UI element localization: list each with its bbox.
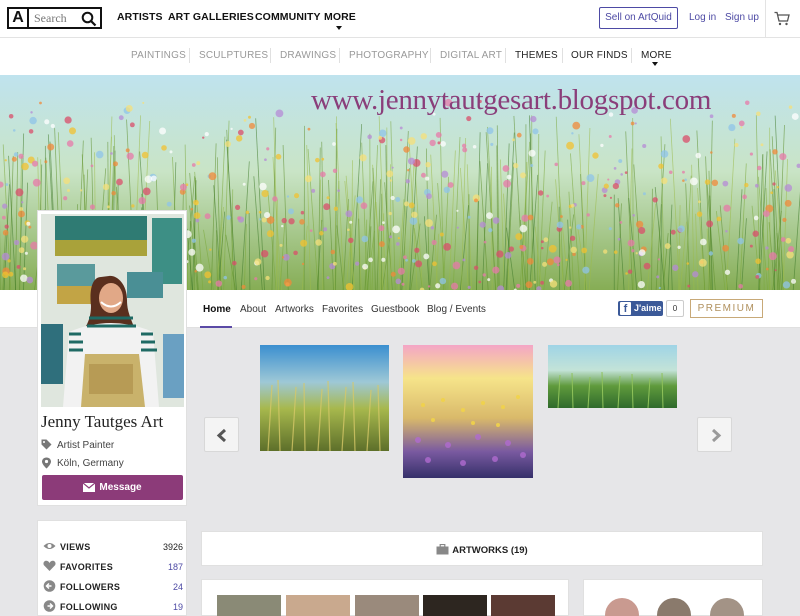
category-more[interactable]: MORE <box>641 50 672 61</box>
nav-artists[interactable]: ARTISTS <box>117 11 163 23</box>
carousel-artwork-3[interactable] <box>548 345 677 408</box>
chevron-down-icon <box>336 26 342 30</box>
carousel-artwork-1[interactable] <box>260 345 389 451</box>
divider <box>270 48 271 63</box>
facebook-icon: f <box>620 302 631 315</box>
arrow-left-icon <box>43 580 56 592</box>
chevron-left-icon <box>216 428 227 443</box>
stat-value: 24 <box>172 582 183 592</box>
tag-icon <box>41 439 52 450</box>
occupation-text: Artist Painter <box>57 440 115 451</box>
login-link[interactable]: Log in <box>689 12 716 23</box>
divider <box>430 48 431 63</box>
stat-following[interactable]: FOLLOWING 19 <box>43 600 183 614</box>
profile-photo[interactable] <box>41 214 184 407</box>
tab-about[interactable]: About <box>240 304 266 315</box>
search-icon[interactable] <box>81 11 97 27</box>
category-themes[interactable]: THEMES <box>515 50 558 61</box>
category-drawings[interactable]: DRAWINGS <box>280 50 336 61</box>
search-input[interactable]: Search <box>28 7 102 29</box>
artworks-heading: ARTWORKS (19) <box>202 543 762 556</box>
profile-card: Jenny Tautges Art Artist Painter Köln, G… <box>37 210 187 506</box>
category-sculptures[interactable]: SCULPTURES <box>199 50 268 61</box>
stat-label: VIEWS <box>60 542 91 552</box>
map-pin-icon <box>42 457 51 469</box>
nav-community[interactable]: COMMUNITY <box>255 11 321 23</box>
message-button[interactable]: Message <box>42 475 183 500</box>
premium-badge: PREMIUM <box>690 299 763 318</box>
category-paintings[interactable]: PAINTINGS <box>131 50 186 61</box>
artwork-thumbnail[interactable] <box>423 595 487 616</box>
profile-stats: VIEWS 3926 FAVORITES 187 FOLLOWERS 24 FO… <box>37 520 187 616</box>
stat-label: FOLLOWERS <box>60 582 121 592</box>
stat-label: FOLLOWING <box>60 602 118 612</box>
stat-value: 19 <box>172 602 183 612</box>
artwork-thumbnail[interactable] <box>217 595 281 616</box>
category-digital-art[interactable]: DIGITAL ART <box>440 50 502 61</box>
divider <box>631 48 632 63</box>
divider <box>505 48 506 63</box>
stat-value: 187 <box>167 562 183 572</box>
tab-favorites[interactable]: Favorites <box>322 304 363 315</box>
arrow-right-icon <box>43 600 56 612</box>
divider <box>562 48 563 63</box>
stat-value: 3926 <box>162 542 183 552</box>
location-text: Köln, Germany <box>57 458 124 469</box>
artwork-grid <box>201 579 569 616</box>
divider <box>765 0 766 38</box>
avatar[interactable] <box>605 598 639 616</box>
category-our-finds[interactable]: OUR FINDS <box>571 50 628 61</box>
like-label: J'aime <box>634 303 662 313</box>
stat-favorites[interactable]: FAVORITES 187 <box>43 560 183 574</box>
search-placeholder: Search <box>34 11 67 25</box>
stat-views: VIEWS 3926 <box>43 540 183 554</box>
message-label: Message <box>99 482 142 493</box>
carousel-next-button[interactable] <box>697 417 732 452</box>
briefcase-icon <box>436 543 449 555</box>
category-bar: PAINTINGS SCULPTURES DRAWINGS PHOTOGRAPH… <box>0 38 800 75</box>
artwork-thumbnail[interactable] <box>491 595 555 616</box>
avatar[interactable] <box>710 598 744 616</box>
carousel-artwork-2[interactable] <box>403 345 533 478</box>
chevron-right-icon <box>711 428 722 443</box>
envelope-icon <box>82 482 96 492</box>
carousel-prev-button[interactable] <box>204 417 239 452</box>
like-count: 0 <box>666 300 684 317</box>
tab-blog-events[interactable]: Blog / Events <box>427 304 486 315</box>
nav-art-galleries[interactable]: ART GALLERIES <box>168 11 254 23</box>
eye-icon <box>43 543 56 549</box>
artwork-thumbnail[interactable] <box>355 595 419 616</box>
category-photography[interactable]: PHOTOGRAPHY <box>349 50 429 61</box>
heart-icon <box>43 560 56 571</box>
chevron-down-icon <box>652 62 658 66</box>
divider <box>189 48 190 63</box>
active-tab-indicator <box>200 326 232 328</box>
top-navigation-bar: A Search ARTISTS ART GALLERIES COMMUNITY… <box>0 0 800 38</box>
tab-artworks[interactable]: Artworks <box>275 304 314 315</box>
artquid-logo[interactable]: A <box>7 7 29 29</box>
divider <box>339 48 340 63</box>
tab-home[interactable]: Home <box>203 304 231 315</box>
banner-blog-url: www.jennytautgesart.blogspot.com <box>311 84 712 116</box>
artwork-thumbnail[interactable] <box>286 595 350 616</box>
stat-label: FAVORITES <box>60 562 114 572</box>
sell-on-artquid-button[interactable]: Sell on ArtQuid <box>599 7 678 29</box>
signup-link[interactable]: Sign up <box>725 12 759 23</box>
stat-followers[interactable]: FOLLOWERS 24 <box>43 580 183 594</box>
facebook-like-button[interactable]: f J'aime <box>618 301 663 316</box>
artworks-count-label: ARTWORKS (19) <box>452 545 528 556</box>
tab-guestbook[interactable]: Guestbook <box>371 304 419 315</box>
artist-name: Jenny Tautges Art <box>41 412 164 431</box>
cart-icon[interactable] <box>774 11 790 26</box>
artworks-section-header[interactable]: ARTWORKS (19) <box>201 531 763 566</box>
followers-panel <box>583 579 763 616</box>
avatar[interactable] <box>657 598 691 616</box>
nav-more[interactable]: MORE <box>324 11 356 23</box>
